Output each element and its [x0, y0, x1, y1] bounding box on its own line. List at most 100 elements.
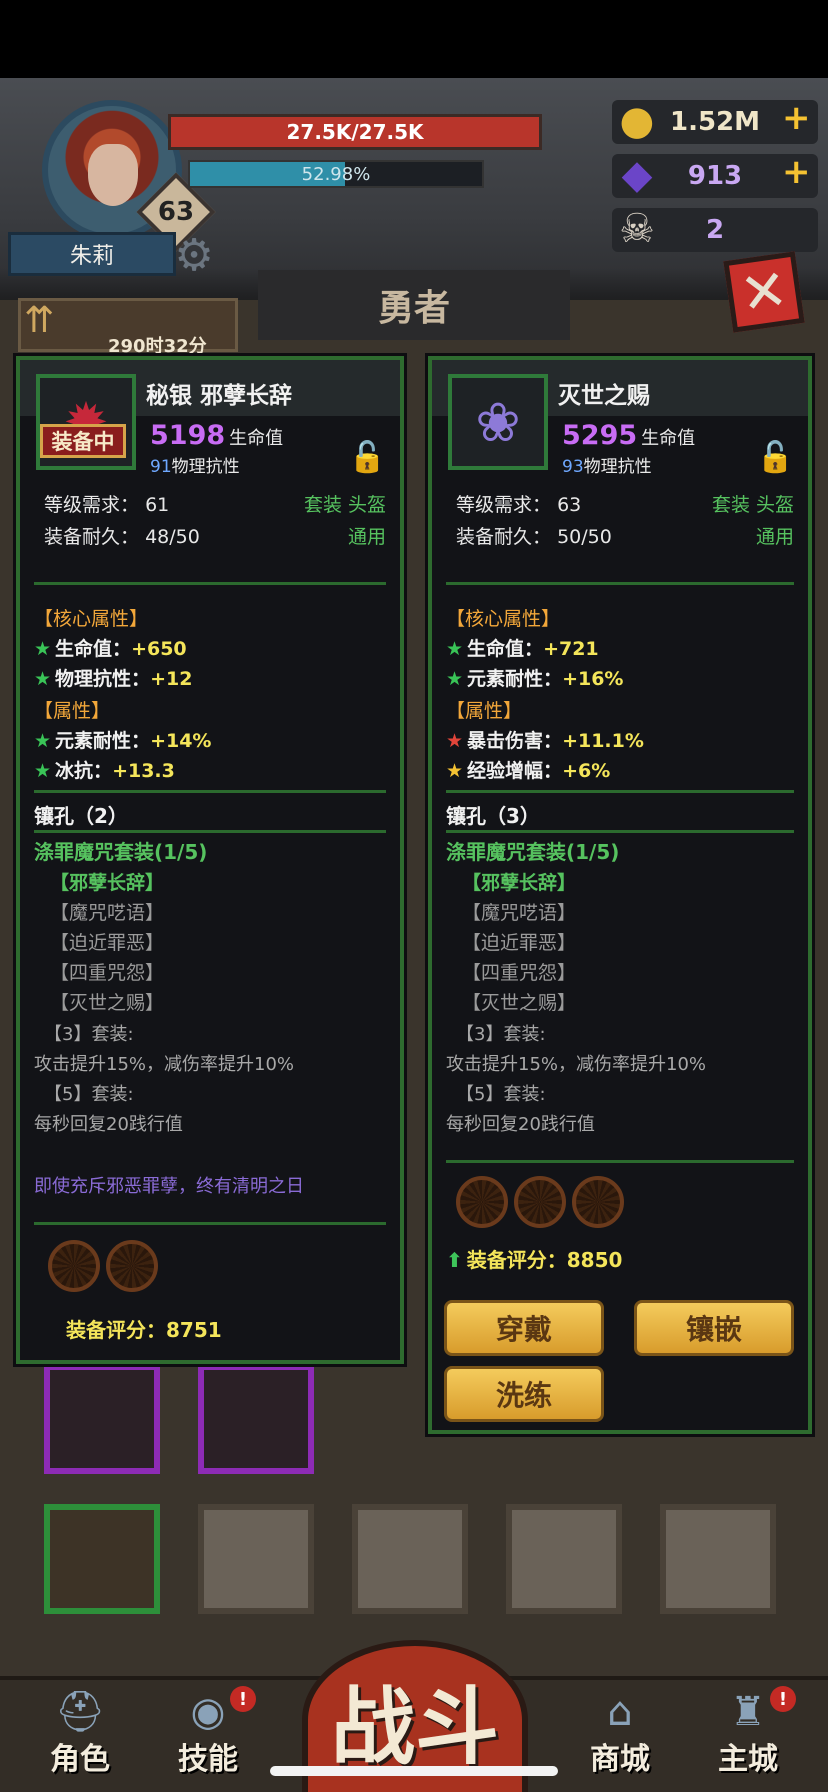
tent-icon: ⌂	[607, 1689, 633, 1735]
set-name: 涤罪魔咒套装(1/5)	[34, 840, 208, 864]
inventory-slot-necklace[interactable]	[44, 1364, 160, 1474]
durability-value: 48/50	[145, 526, 200, 548]
star-icon: ★	[34, 638, 52, 660]
hp-bar: 27.5K/27.5K	[168, 114, 542, 150]
divider	[34, 830, 386, 833]
sub-stat-label: 物理抗性	[583, 457, 652, 477]
socket-count: 镶孔（3）	[446, 804, 540, 828]
gem-socket[interactable]	[572, 1176, 624, 1228]
socket-count: 镶孔（2）	[34, 804, 128, 828]
home-indicator	[270, 1766, 558, 1776]
gem-socket[interactable]	[514, 1176, 566, 1228]
set-item: 【邪孽长辞】	[50, 872, 165, 894]
nav-skills[interactable]: ◉ 技能 !	[156, 1686, 260, 1778]
level-requirement-value: 63	[557, 494, 582, 516]
compare-item-panel: ❀ 灭世之赐 5295 生命值 93物理抗性 🔓 等级需求： 63 套装 头盔 装…	[428, 356, 812, 1434]
nav-city[interactable]: ♜ 主城 !	[696, 1686, 800, 1778]
inventory-slot-flower[interactable]	[44, 1504, 160, 1614]
set-bonus-3-text: 攻击提升15%，减伤率提升10%	[34, 1054, 295, 1075]
divider	[446, 790, 794, 793]
nav-role-label: 角色	[50, 1742, 110, 1777]
set-bonus-3-text: 攻击提升15%，减伤率提升10%	[446, 1054, 707, 1075]
durability-value: 50/50	[557, 526, 612, 548]
attr: ★ 暴击伤害：+11.1%	[446, 726, 644, 753]
castle-icon: ♜	[730, 1689, 766, 1735]
level-requirement-value: 61	[145, 494, 170, 516]
star-icon: ★	[34, 668, 52, 690]
inventory-slot-empty[interactable]	[352, 1504, 468, 1614]
nav-shop[interactable]: ⌂ 商城	[568, 1688, 672, 1778]
item-usage: 通用	[347, 526, 386, 548]
set-item: 【魔咒呓语】	[50, 902, 165, 924]
nav-role[interactable]: ⛑ 角色	[28, 1688, 132, 1778]
core-attr-value: +721	[543, 638, 599, 660]
nav-skills-label: 技能	[178, 1742, 238, 1777]
core-attr-value: +16%	[562, 668, 624, 690]
core-attr-value: +12	[150, 668, 193, 690]
gear-icon[interactable]: ⚙	[170, 232, 218, 280]
star-icon: ★	[446, 668, 464, 690]
level-requirement-label: 等级需求：	[44, 494, 140, 516]
flower-icon: ❀	[475, 390, 521, 454]
attr: ★ 元素耐性：+14%	[34, 726, 211, 753]
durability: 装备耐久： 50/50	[456, 522, 612, 549]
item-score-value: 8751	[166, 1318, 222, 1342]
item-usage: 通用	[755, 526, 794, 548]
inventory-slot-empty[interactable]	[198, 1504, 314, 1614]
nav-city-label: 主城	[718, 1742, 778, 1777]
lock-icon[interactable]: 🔓	[349, 440, 386, 475]
item-set-type: 套装 头盔	[711, 494, 794, 516]
star-icon: ★	[34, 730, 52, 752]
item-name: 秘银 邪孽长辞	[146, 383, 293, 409]
notification-badge: !	[770, 1686, 796, 1712]
main-stat: 5295 生命值	[562, 420, 695, 451]
durability-label: 装备耐久：	[44, 526, 140, 548]
durability-label: 装备耐久：	[456, 526, 552, 548]
attr-value: +13.3	[112, 760, 175, 782]
hero-face	[88, 144, 138, 206]
item-score-value: 8850	[566, 1248, 623, 1272]
inventory-slot-empty[interactable]	[506, 1504, 622, 1614]
close-button[interactable]: ✕	[723, 251, 805, 333]
inventory-slot-empty[interactable]	[660, 1504, 776, 1614]
reforge-button[interactable]: 洗练	[444, 1366, 604, 1422]
gem-socket[interactable]	[48, 1240, 100, 1292]
wear-button[interactable]: 穿戴	[444, 1300, 604, 1356]
level-up-arrows-icon: ⇈	[24, 300, 55, 341]
attr-name: 元素耐性：	[55, 730, 151, 752]
add-gem-button[interactable]: +	[782, 152, 811, 192]
core-attr: ★ 生命值：+721	[446, 634, 599, 661]
sub-stat: 93物理抗性	[562, 452, 652, 477]
gem-socket[interactable]	[106, 1240, 158, 1292]
set-item: 【邪孽长辞】	[462, 872, 577, 894]
divider	[34, 1222, 386, 1225]
sub-stat-label: 物理抗性	[171, 457, 240, 477]
level-requirement: 等级需求： 63	[456, 490, 581, 517]
gold-coin-icon: ●	[619, 98, 655, 144]
item-score-label: 装备评分：	[66, 1318, 166, 1342]
inventory-slot-boots[interactable]	[198, 1364, 314, 1474]
equipped-tag: 装备中	[40, 424, 126, 458]
page-title: 勇者	[258, 270, 570, 340]
main-stat-value: 5295	[562, 420, 638, 451]
attr-value: +11.1%	[562, 730, 644, 752]
core-attr-value: +650	[131, 638, 187, 660]
set-bonus-3-title: 【3】套装:	[456, 1024, 546, 1045]
set-bonus-5-title: 【5】套装:	[44, 1084, 134, 1105]
status-bar-area	[0, 0, 828, 78]
sub-stat-value: 91	[150, 457, 172, 477]
gem-icon: ◆	[621, 152, 653, 198]
core-attr-title: 【核心属性】	[446, 608, 561, 630]
gem-socket[interactable]	[456, 1176, 508, 1228]
score-up-arrow-icon: ⬆	[446, 1248, 463, 1272]
lock-icon[interactable]: 🔓	[757, 440, 794, 475]
attr-name: 经验增幅：	[467, 760, 563, 782]
core-attr: ★ 生命值：+650	[34, 634, 187, 661]
add-gold-button[interactable]: +	[782, 98, 811, 138]
inlay-button[interactable]: 镶嵌	[634, 1300, 794, 1356]
set-item: 【四重咒怨】	[462, 962, 577, 984]
main-stat-label: 生命值	[641, 428, 696, 449]
star-icon: ★	[446, 730, 464, 752]
notification-badge: !	[230, 1686, 256, 1712]
hero-level: 63	[157, 197, 195, 227]
